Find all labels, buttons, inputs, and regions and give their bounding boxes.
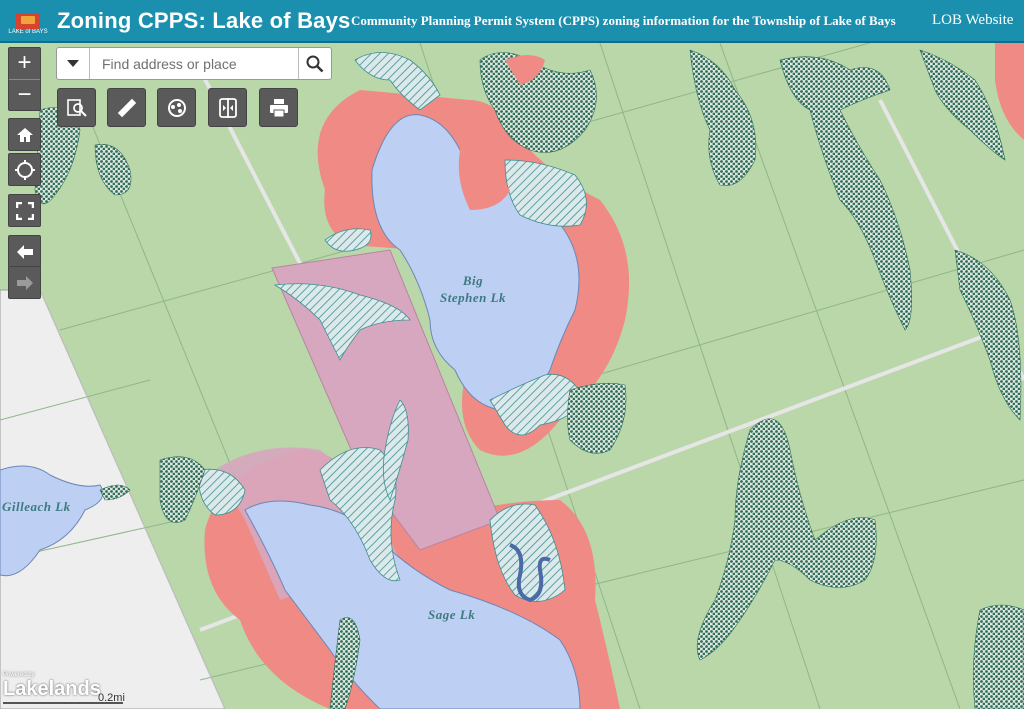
- layer-list-button[interactable]: [157, 88, 196, 127]
- zoom-in-button[interactable]: +: [9, 48, 40, 79]
- next-extent-button[interactable]: [8, 266, 41, 299]
- zoom-control: + −: [8, 47, 41, 111]
- app-subtitle: Community Planning Permit System (CPPS) …: [351, 12, 896, 28]
- fullscreen-button[interactable]: [8, 194, 41, 227]
- logo-mark-icon: [16, 12, 40, 29]
- search-icon: [306, 55, 324, 72]
- zoom-out-button[interactable]: −: [9, 79, 40, 111]
- app-title: Zoning CPPS: Lake of Bays: [57, 7, 351, 33]
- lake-label-big-stephen: Big Stephen Lk: [440, 273, 507, 305]
- previous-extent-button[interactable]: [8, 235, 41, 268]
- lake-label-gilleach: Gilleach Lk: [2, 499, 71, 514]
- chevron-down-icon: [67, 59, 79, 67]
- print-icon: [269, 98, 288, 117]
- swipe-icon: [218, 97, 237, 118]
- search-bar: [56, 47, 332, 80]
- arrow-left-icon: [16, 244, 33, 259]
- swipe-button[interactable]: [208, 88, 247, 127]
- print-button[interactable]: [259, 88, 298, 127]
- zoning-map[interactable]: [0, 43, 1024, 709]
- home-button[interactable]: [8, 118, 41, 151]
- logo-text: LAKE of BAYS: [8, 28, 48, 35]
- search-layer-icon: [66, 98, 87, 117]
- arrow-right-icon: [16, 275, 33, 290]
- measure-button[interactable]: [107, 88, 146, 127]
- search-layer-button[interactable]: [57, 88, 96, 127]
- scale-bar: 0.2mi: [3, 692, 125, 705]
- lake-label-sage: Sage Lk: [428, 607, 476, 622]
- scale-label: 0.2mi: [98, 692, 125, 704]
- locate-icon: [14, 159, 35, 180]
- locate-button[interactable]: [8, 153, 41, 186]
- search-source-dropdown[interactable]: [57, 48, 90, 79]
- search-button[interactable]: [298, 48, 331, 79]
- home-icon: [16, 127, 33, 142]
- township-logo[interactable]: LAKE of BAYS: [8, 6, 48, 36]
- search-input[interactable]: [90, 48, 298, 79]
- layers-icon: [167, 98, 186, 117]
- measure-icon: [117, 98, 136, 117]
- lob-website-link[interactable]: LOB Website: [932, 12, 1013, 29]
- app-header: LAKE of BAYS Zoning CPPS: Lake of Bays C…: [0, 0, 1024, 43]
- fullscreen-icon: [15, 201, 34, 220]
